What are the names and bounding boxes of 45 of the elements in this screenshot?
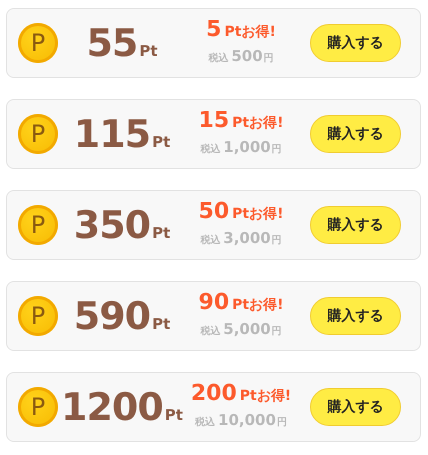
tax-label: 税込 [200, 324, 220, 339]
buy-button[interactable]: 購入する [310, 388, 401, 426]
currency-label: 円 [272, 324, 282, 339]
currency-label: 円 [272, 142, 282, 157]
points-amount: 55 [86, 24, 138, 62]
currency-label: 円 [272, 234, 282, 248]
points-amount: 350 [74, 206, 150, 244]
price-value: 10,000 [218, 410, 276, 431]
bonus-amount: 90 [198, 292, 230, 314]
coin-icon: P [18, 296, 58, 336]
bonus-label: Ptお得! [240, 386, 292, 406]
points-unit: Pt [164, 404, 183, 426]
tax-label: 税込 [208, 52, 228, 66]
tax-label: 税込 [195, 416, 216, 430]
coin-icon: P [18, 23, 58, 63]
price-value: 1,000 [223, 136, 271, 158]
points-unit: Pt [152, 222, 170, 244]
tax-label: 税込 [200, 142, 220, 157]
buy-button[interactable]: 購入する [310, 115, 401, 153]
coin-icon: P [18, 387, 58, 427]
price-value: 5,000 [223, 318, 271, 340]
points-unit: Pt [152, 314, 170, 335]
coin-icon: P [18, 114, 58, 154]
buy-button[interactable]: 購入する [310, 297, 401, 335]
bonus-label: Ptお得! [232, 114, 284, 133]
bonus-label: Ptお得! [232, 204, 284, 224]
currency-label: 円 [264, 52, 274, 66]
price-value: 500 [231, 46, 263, 67]
bonus-label: Ptお得! [224, 22, 276, 42]
buy-button[interactable]: 購入する [310, 206, 401, 244]
bonus-amount: 50 [198, 200, 230, 223]
bonus-amount: 200 [190, 382, 237, 405]
bonus-amount: 5 [206, 18, 222, 41]
tax-label: 税込 [200, 234, 220, 248]
points-amount: 1200 [61, 388, 163, 426]
buy-button[interactable]: 購入する [310, 24, 401, 62]
currency-label: 円 [276, 416, 287, 430]
price-value: 3,000 [223, 228, 271, 249]
points-unit: Pt [139, 40, 158, 62]
points-unit: Pt [152, 132, 170, 153]
bonus-amount: 15 [198, 110, 230, 132]
points-amount: 115 [74, 114, 150, 153]
coin-icon: P [18, 205, 58, 245]
points-amount: 590 [74, 296, 150, 335]
bonus-label: Ptお得! [232, 296, 284, 315]
